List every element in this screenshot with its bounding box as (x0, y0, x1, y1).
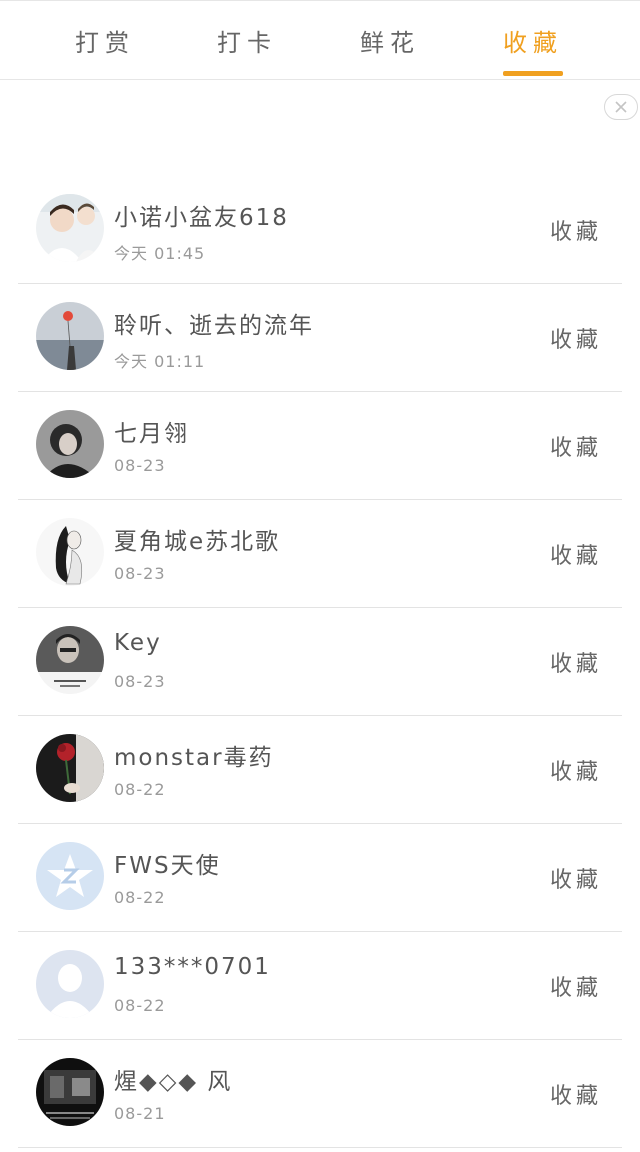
avatar[interactable] (36, 518, 104, 586)
tab-bar: 打赏 打卡 鲜花 收藏 (0, 0, 640, 80)
user-name: Key (114, 630, 162, 656)
user-name: 聆听、逝去的流年 (114, 313, 314, 339)
favorite-label[interactable]: 收藏 (550, 392, 602, 500)
favorite-label[interactable]: 收藏 (550, 824, 602, 932)
tab-flowers[interactable]: 鲜花 (330, 1, 450, 79)
favorite-label[interactable]: 收藏 (550, 176, 602, 284)
list-item[interactable]: 煋◆◇◆ 风 08-21 收藏 (18, 1040, 622, 1148)
favorite-label[interactable]: 收藏 (550, 716, 602, 824)
tab-checkin[interactable]: 打卡 (187, 1, 307, 79)
favorites-list: 小诺小盆友618 今天 01:45 收藏 聆听、逝去的流年 今天 01:11 收… (18, 176, 622, 1148)
user-name: FWS天使 (114, 853, 221, 879)
tab-indicator (503, 71, 563, 76)
list-item[interactable]: 133***0701 08-22 收藏 (18, 932, 622, 1040)
timestamp: 08-23 (114, 672, 166, 691)
close-icon (615, 101, 627, 113)
tab-label: 收藏 (503, 28, 563, 57)
list-item[interactable]: Key 08-23 收藏 (18, 608, 622, 716)
timestamp: 08-23 (114, 564, 166, 583)
favorite-label[interactable]: 收藏 (550, 500, 602, 608)
list-item[interactable]: FWS天使 08-22 收藏 (18, 824, 622, 932)
avatar[interactable] (36, 734, 104, 802)
favorite-label[interactable]: 收藏 (550, 608, 602, 716)
tab-label: 鲜花 (360, 28, 420, 57)
user-name: 小诺小盆友618 (114, 205, 289, 231)
tab-label: 打赏 (75, 28, 135, 57)
list-item[interactable]: 聆听、逝去的流年 今天 01:11 收藏 (18, 284, 622, 392)
tab-reward[interactable]: 打赏 (45, 1, 165, 79)
list-item[interactable]: monstar毒药 08-22 收藏 (18, 716, 622, 824)
timestamp: 08-22 (114, 888, 166, 907)
avatar[interactable] (36, 950, 104, 1018)
user-name: 133***0701 (114, 954, 271, 980)
timestamp: 08-22 (114, 996, 166, 1015)
list-item[interactable]: 夏角城e苏北歌 08-23 收藏 (18, 500, 622, 608)
tab-favorites[interactable]: 收藏 (473, 1, 593, 79)
user-name: 七月翎 (114, 421, 189, 447)
tab-label: 打卡 (217, 28, 277, 57)
timestamp: 今天 01:45 (114, 244, 206, 263)
user-name: 煋◆◇◆ 风 (114, 1069, 233, 1095)
timestamp: 08-23 (114, 456, 166, 475)
avatar[interactable] (36, 302, 104, 370)
avatar[interactable] (36, 410, 104, 478)
favorite-label[interactable]: 收藏 (550, 932, 602, 1040)
close-button[interactable] (604, 94, 638, 120)
list-item[interactable]: 七月翎 08-23 收藏 (18, 392, 622, 500)
list-item[interactable]: 小诺小盆友618 今天 01:45 收藏 (18, 176, 622, 284)
user-name: 夏角城e苏北歌 (114, 529, 281, 555)
avatar[interactable] (36, 626, 104, 694)
favorite-label[interactable]: 收藏 (550, 284, 602, 392)
user-name: monstar毒药 (114, 745, 274, 771)
timestamp: 08-22 (114, 780, 166, 799)
favorite-label[interactable]: 收藏 (550, 1040, 602, 1148)
avatar[interactable] (36, 1058, 104, 1126)
timestamp: 08-21 (114, 1104, 166, 1123)
avatar[interactable] (36, 194, 104, 262)
timestamp: 今天 01:11 (114, 352, 206, 371)
avatar[interactable] (36, 842, 104, 910)
